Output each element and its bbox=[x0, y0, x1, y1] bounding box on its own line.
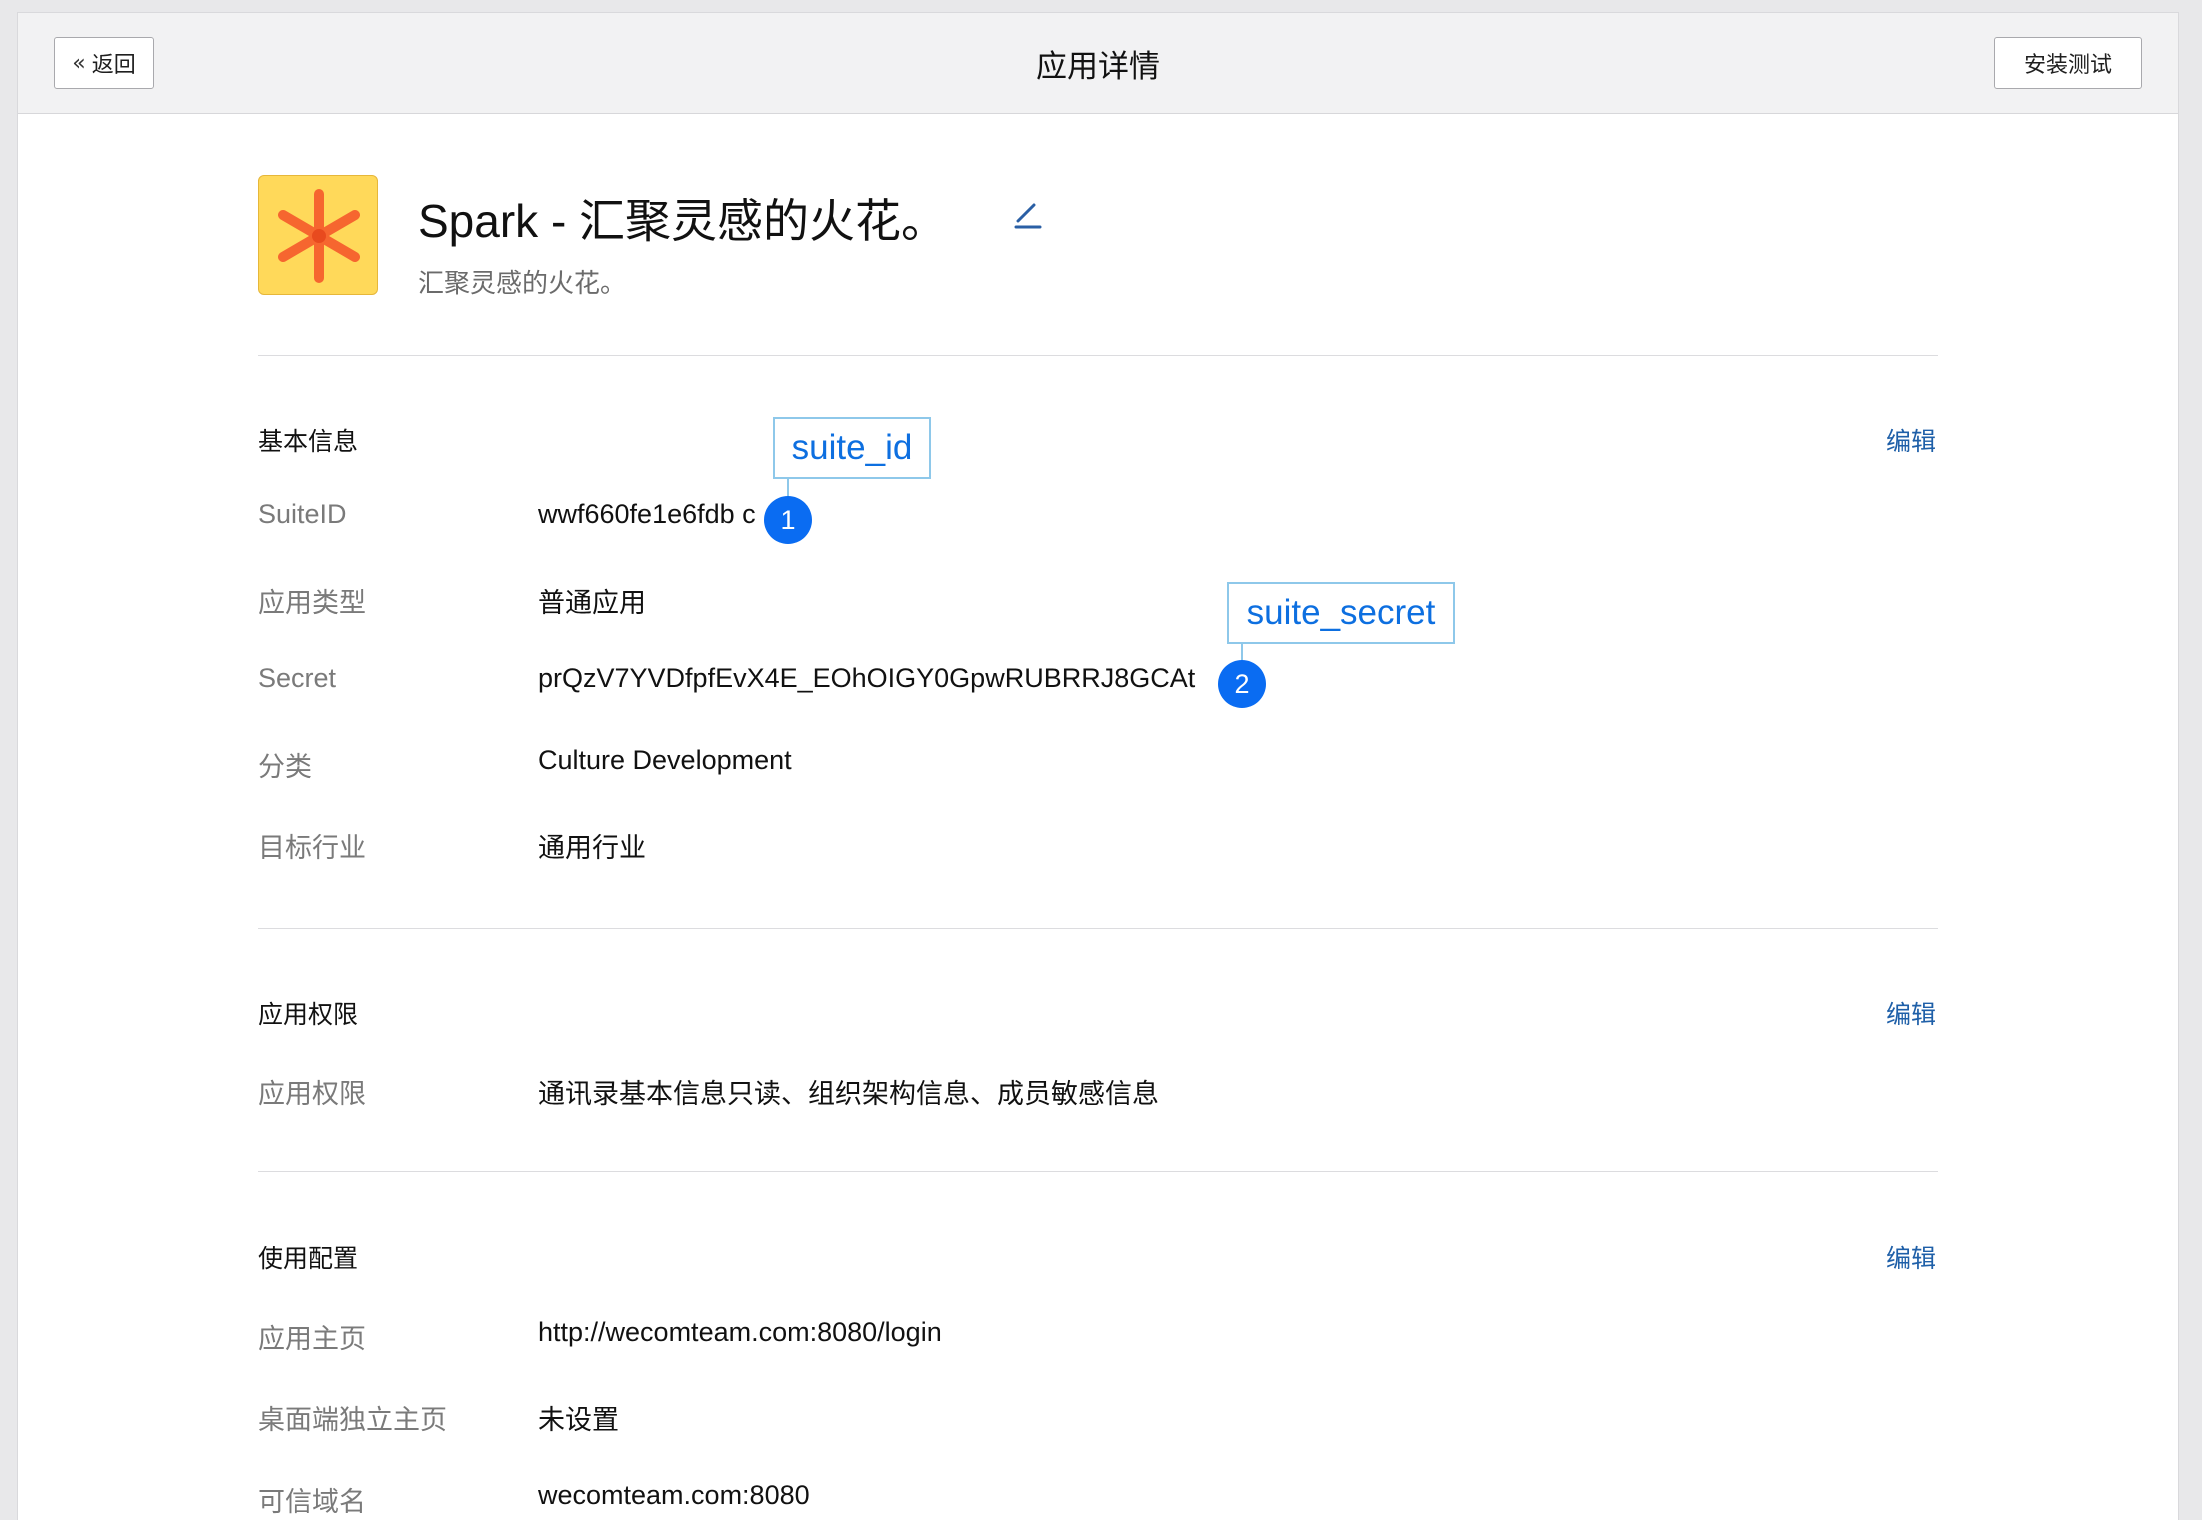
row-label-suiteid: SuiteID bbox=[258, 499, 347, 529]
install-test-button[interactable]: 安装测试 bbox=[1994, 37, 2142, 89]
row-label-homepage: 应用主页 bbox=[258, 1324, 366, 1354]
divider bbox=[258, 355, 1938, 356]
row-label-secret: Secret bbox=[258, 663, 337, 693]
row-label-desktop-homepage: 桌面端独立主页 bbox=[258, 1405, 447, 1435]
row-value-app-type: 普通应用 bbox=[538, 588, 646, 618]
annotation-badge-1: 1 bbox=[764, 496, 812, 544]
row-value-category: Culture Development bbox=[538, 745, 792, 775]
page-title: 应用详情 bbox=[1036, 49, 1160, 84]
pencil-edit-icon[interactable] bbox=[1010, 197, 1044, 231]
app-description: 汇聚灵感的火花。 bbox=[418, 268, 627, 298]
app-detail-window: « 返回 应用详情 安装测试 Spark - 汇聚灵感的火花。 汇聚灵感的火花。 bbox=[17, 12, 2179, 1520]
app-name: Spark - 汇聚灵感的火花。 bbox=[418, 195, 948, 247]
row-label-permissions: 应用权限 bbox=[258, 1079, 366, 1109]
row-label-trusted-domain: 可信域名 bbox=[258, 1487, 366, 1517]
divider bbox=[258, 928, 1938, 929]
row-value-homepage: http://wecomteam.com:8080/login bbox=[538, 1317, 942, 1347]
edit-permissions-link[interactable]: 编辑 bbox=[1886, 995, 1936, 1031]
divider bbox=[258, 1171, 1938, 1172]
row-value-permissions: 通讯录基本信息只读、组织架构信息、成员敏感信息 bbox=[538, 1079, 1159, 1109]
edit-basic-link[interactable]: 编辑 bbox=[1886, 422, 1936, 458]
row-value-trusted-domain: wecomteam.com:8080 bbox=[538, 1480, 810, 1510]
row-label-app-type: 应用类型 bbox=[258, 588, 366, 618]
double-chevron-left-icon: « bbox=[72, 50, 86, 76]
row-value-industry: 通用行业 bbox=[538, 833, 646, 863]
annotation-badge-2: 2 bbox=[1218, 660, 1266, 708]
back-button[interactable]: « 返回 bbox=[54, 37, 154, 89]
asterisk-app-icon bbox=[258, 175, 378, 295]
row-label-category: 分类 bbox=[258, 752, 312, 782]
annotation-label-suite-id: suite_id bbox=[773, 417, 931, 479]
row-label-industry: 目标行业 bbox=[258, 833, 366, 863]
row-value-secret: prQzV7YVDfpfEvX4E_EOhOIGY0GpwRUBRRJ8GCAt bbox=[538, 663, 1196, 693]
annotation-label-suite-secret: suite_secret bbox=[1227, 582, 1455, 644]
row-value-suiteid: wwf660fe1e6fdb c bbox=[538, 499, 756, 529]
row-value-desktop-homepage: 未设置 bbox=[538, 1405, 619, 1435]
section-title-config: 使用配置 bbox=[258, 1245, 359, 1273]
section-title-basic: 基本信息 bbox=[258, 428, 359, 456]
edit-config-link[interactable]: 编辑 bbox=[1886, 1239, 1936, 1275]
back-button-label: 返回 bbox=[91, 52, 136, 77]
section-title-permissions: 应用权限 bbox=[258, 1001, 359, 1029]
top-bar: « 返回 应用详情 安装测试 bbox=[18, 13, 2178, 114]
